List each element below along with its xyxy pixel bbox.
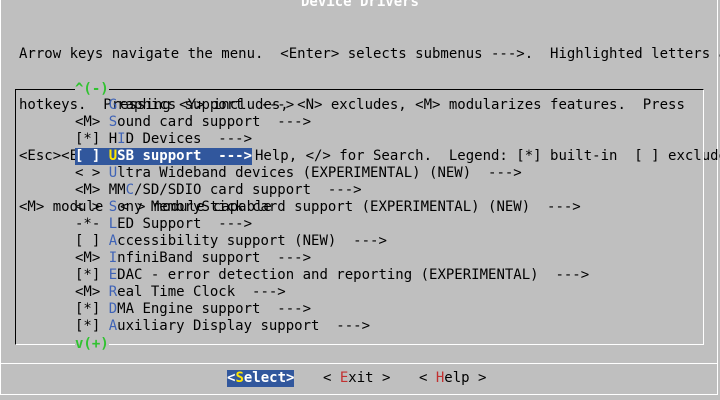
- menu-item-hotkey: G: [108, 97, 118, 113]
- menu-item-label: D Devices --->: [125, 131, 253, 147]
- menu-item-state: [*]: [75, 267, 109, 283]
- button-separator: [0, 363, 718, 364]
- menu-item-label: raphics support --->: [117, 97, 295, 113]
- menu-item-label: ccessibility support (NEW) --->: [117, 233, 387, 249]
- menu-item[interactable]: <M> InfiniBand support --->: [75, 250, 695, 267]
- select-button-hotkey: S: [235, 370, 244, 386]
- exit-button-open: <: [323, 370, 340, 386]
- menu-item-state: <M>: [75, 182, 109, 198]
- menu-item[interactable]: [*] DMA Engine support --->: [75, 301, 695, 318]
- menu-item-hotkey: U: [108, 148, 118, 165]
- menu-item-state: [*]: [75, 131, 109, 147]
- menu-item[interactable]: [*] HID Devices --->: [75, 131, 695, 148]
- menu-item-state: [*]: [75, 318, 109, 334]
- menu-item[interactable]: [*] Auxiliary Display support --->: [75, 318, 695, 335]
- help-button-open: <: [419, 370, 436, 386]
- menu-item-state: < >: [75, 199, 109, 215]
- menu-item-hotkey: S: [108, 114, 118, 130]
- menu-item[interactable]: < > Ultra Wideband devices (EXPERIMENTAL…: [75, 165, 695, 182]
- menu-item-state: [ ]: [75, 233, 109, 249]
- menu-item-label: /SD/SDIO card support --->: [134, 182, 362, 198]
- menu-item-label: eal Time Clock --->: [117, 284, 286, 300]
- menu-item-label: uxiliary Display support --->: [117, 318, 371, 334]
- menu-item-label-start: H: [108, 131, 118, 147]
- menu-list: Graphics support ---> <M> Sound card supp…: [75, 97, 695, 335]
- menu-item-state: -*-: [75, 216, 109, 232]
- menu-item-hotkey: I: [108, 250, 118, 266]
- menu-item[interactable]: [ ] USB support --->: [75, 148, 695, 165]
- menu-item-state: <M>: [75, 114, 109, 130]
- exit-button[interactable]: < Exit >: [323, 370, 390, 387]
- menu-item-state: <M>: [75, 250, 109, 266]
- scroll-down-indicator[interactable]: v(+): [75, 336, 109, 353]
- help-line: Arrow keys navigate the menu. <Enter> se…: [19, 46, 720, 62]
- menu-item-label-start: MM: [108, 182, 126, 198]
- help-button[interactable]: < Help >: [419, 370, 486, 387]
- menu-item-hotkey: L: [108, 216, 118, 232]
- menu-item-hotkey: R: [108, 284, 118, 300]
- menu-item-hotkey: C: [125, 182, 135, 198]
- menu-item-hotkey: S: [108, 199, 118, 215]
- exit-button-rest: xit >: [348, 370, 391, 386]
- menu-item[interactable]: [*] EDAC - error detection and reporting…: [75, 267, 695, 284]
- menu-item-state: < >: [75, 165, 109, 181]
- scroll-up-indicator[interactable]: ^(-): [75, 81, 109, 98]
- menu-item-state: <M>: [75, 284, 109, 300]
- dialog-title: Device Drivers: [299, 0, 420, 10]
- menu-item-label: DAC - error detection and reporting (EXP…: [117, 267, 590, 283]
- menu-item[interactable]: -*- LED Support --->: [75, 216, 695, 233]
- menu-item[interactable]: <M> Sound card support --->: [75, 114, 695, 131]
- menu-item-state: [ ]: [75, 148, 109, 165]
- menu-item-label: MA Engine support --->: [117, 301, 312, 317]
- menu-item[interactable]: [ ] Accessibility support (NEW) --->: [75, 233, 695, 250]
- menu-item[interactable]: <M> Real Time Clock --->: [75, 284, 695, 301]
- select-button[interactable]: <Select>: [227, 370, 295, 387]
- menu-item-label: ltra Wideband devices (EXPERIMENTAL) (NE…: [117, 165, 522, 181]
- menu-item-hotkey: E: [108, 267, 118, 283]
- menu-item-label: ony MemoryStick card support (EXPERIMENT…: [117, 199, 581, 215]
- menu-item[interactable]: Graphics support --->: [75, 97, 695, 114]
- menu-item-label: ED Support --->: [117, 216, 253, 232]
- menuconfig-screen: Device Drivers Arrow keys navigate the m…: [0, 0, 720, 400]
- menu-item-hotkey: A: [108, 233, 118, 249]
- select-button-rest: elect>: [243, 370, 295, 386]
- menu-item-hotkey: I: [117, 131, 126, 147]
- menu-item-state: [75, 97, 109, 114]
- menu-item-hotkey: D: [108, 301, 118, 317]
- menu-item-label: SB support --->: [117, 148, 253, 165]
- menu-item-state: [*]: [75, 301, 109, 317]
- help-button-rest: elp >: [444, 370, 487, 386]
- menu-item-label: nfiniBand support --->: [117, 250, 312, 266]
- menu-item-label: ound card support --->: [117, 114, 312, 130]
- menu-item-hotkey: U: [108, 165, 118, 181]
- menu-item[interactable]: < > Sony MemoryStick card support (EXPER…: [75, 199, 695, 216]
- menu-item-hotkey: A: [108, 318, 118, 334]
- dialog-title-bar: Device Drivers: [0, 0, 720, 11]
- menu-item[interactable]: <M> MMC/SD/SDIO card support --->: [75, 182, 695, 199]
